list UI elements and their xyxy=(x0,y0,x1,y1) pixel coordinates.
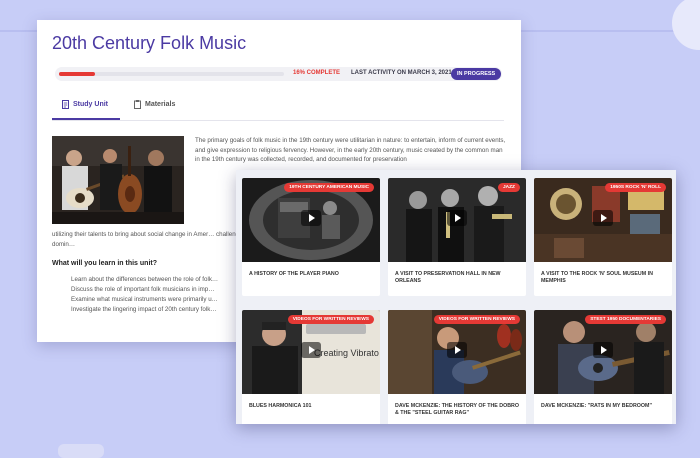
category-tag: VIDEOS FOR WRITTEN REVIEWS xyxy=(433,315,520,324)
play-icon[interactable] xyxy=(301,210,321,226)
document-icon xyxy=(62,100,69,109)
video-title[interactable]: A HISTORY OF THE PLAYER PIANO xyxy=(249,271,373,278)
video-title[interactable]: A VISIT TO THE ROCK 'N' SOUL MUSEUM IN M… xyxy=(541,271,665,285)
play-icon[interactable] xyxy=(593,210,613,226)
progress-bar-container: 16% COMPLETE LAST ACTIVITY ON MARCH 3, 2… xyxy=(55,67,502,81)
last-activity: LAST ACTIVITY ON MARCH 3, 2021 xyxy=(351,70,452,76)
decorative-shape xyxy=(58,444,104,458)
video-thumbnail: 1950S ROCK 'N' ROLL xyxy=(534,178,672,262)
video-thumbnail: Creating Vibrato VIDEOS FOR WRITTEN REVI… xyxy=(242,310,380,394)
video-card-rock-n-soul[interactable]: 1950S ROCK 'N' ROLL A VISIT TO THE ROCK … xyxy=(534,178,672,296)
play-icon[interactable] xyxy=(593,342,613,358)
video-card-blues-harmonica[interactable]: Creating Vibrato VIDEOS FOR WRITTEN REVI… xyxy=(242,310,380,424)
video-card-preservation-hall[interactable]: JAZZ A VISIT TO PRESERVATION HALL IN NEW… xyxy=(388,178,526,296)
tab-label: Study Unit xyxy=(73,101,108,108)
video-thumbnail: JAZZ xyxy=(388,178,526,262)
clipboard-icon xyxy=(134,100,141,109)
status-badge: IN PROGRESS xyxy=(451,68,502,80)
objectives-list: Learn about the differences between the … xyxy=(59,275,251,315)
play-icon[interactable] xyxy=(447,210,467,226)
tab-materials[interactable]: Materials xyxy=(134,100,175,109)
video-thumbnail: STEST 1950 DOCUMENTARIES xyxy=(534,310,672,394)
progress-fill xyxy=(59,72,95,76)
progress-track xyxy=(59,72,284,76)
intro-paragraph: The primary goals of folk music in the 1… xyxy=(195,137,506,164)
list-item: Discuss the role of important folk music… xyxy=(71,285,251,295)
video-thumbnail: 19TH CENTURY AMERICAN MUSIC xyxy=(242,178,380,262)
active-tab-indicator xyxy=(52,118,120,120)
video-thumbnail: VIDEOS FOR WRITTEN REVIEWS xyxy=(388,310,526,394)
video-title[interactable]: DAVE MCKENZIE: THE HISTORY OF THE DOBRO … xyxy=(395,403,519,417)
category-tag: STEST 1950 DOCUMENTARIES xyxy=(585,315,666,324)
list-item: Investigate the lingering impact of 20th… xyxy=(71,305,251,315)
category-tag: 19TH CENTURY AMERICAN MUSIC xyxy=(284,183,374,192)
learn-heading: What will you learn in this unit? xyxy=(52,260,157,267)
video-card-rats-in-my-bedroom[interactable]: STEST 1950 DOCUMENTARIES DAVE MCKENZIE: … xyxy=(534,310,672,424)
list-item: Learn about the differences between the … xyxy=(71,275,251,285)
tab-label: Materials xyxy=(145,101,176,108)
progress-percent: 16% COMPLETE xyxy=(293,70,341,76)
video-grid-panel: 19TH CENTURY AMERICAN MUSIC A HISTORY OF… xyxy=(236,170,676,424)
category-tag: JAZZ xyxy=(498,183,520,192)
video-card-dobro-history[interactable]: VIDEOS FOR WRITTEN REVIEWS DAVE MCKENZIE… xyxy=(388,310,526,424)
video-card-player-piano[interactable]: 19TH CENTURY AMERICAN MUSIC A HISTORY OF… xyxy=(242,178,380,296)
video-title[interactable]: A VISIT TO PRESERVATION HALL IN NEW ORLE… xyxy=(395,271,519,285)
musicians-photo xyxy=(52,136,184,224)
category-tag: 1950S ROCK 'N' ROLL xyxy=(605,183,666,192)
tab-bar: Study Unit Materials xyxy=(52,94,504,121)
play-icon[interactable] xyxy=(301,342,321,358)
decorative-circle xyxy=(672,0,700,50)
category-tag: VIDEOS FOR WRITTEN REVIEWS xyxy=(287,315,374,324)
page-title: 20th Century Folk Music xyxy=(52,33,247,53)
video-title[interactable]: DAVE MCKENZIE: "RATS IN MY BEDROOM" xyxy=(541,403,665,410)
list-item: Examine what musical instruments were pr… xyxy=(71,295,251,305)
tab-study-unit[interactable]: Study Unit xyxy=(62,100,108,109)
play-icon[interactable] xyxy=(447,342,467,358)
thumbnail-caption: Creating Vibrato xyxy=(314,348,379,358)
video-title[interactable]: BLUES HARMONICA 101 xyxy=(249,403,373,410)
